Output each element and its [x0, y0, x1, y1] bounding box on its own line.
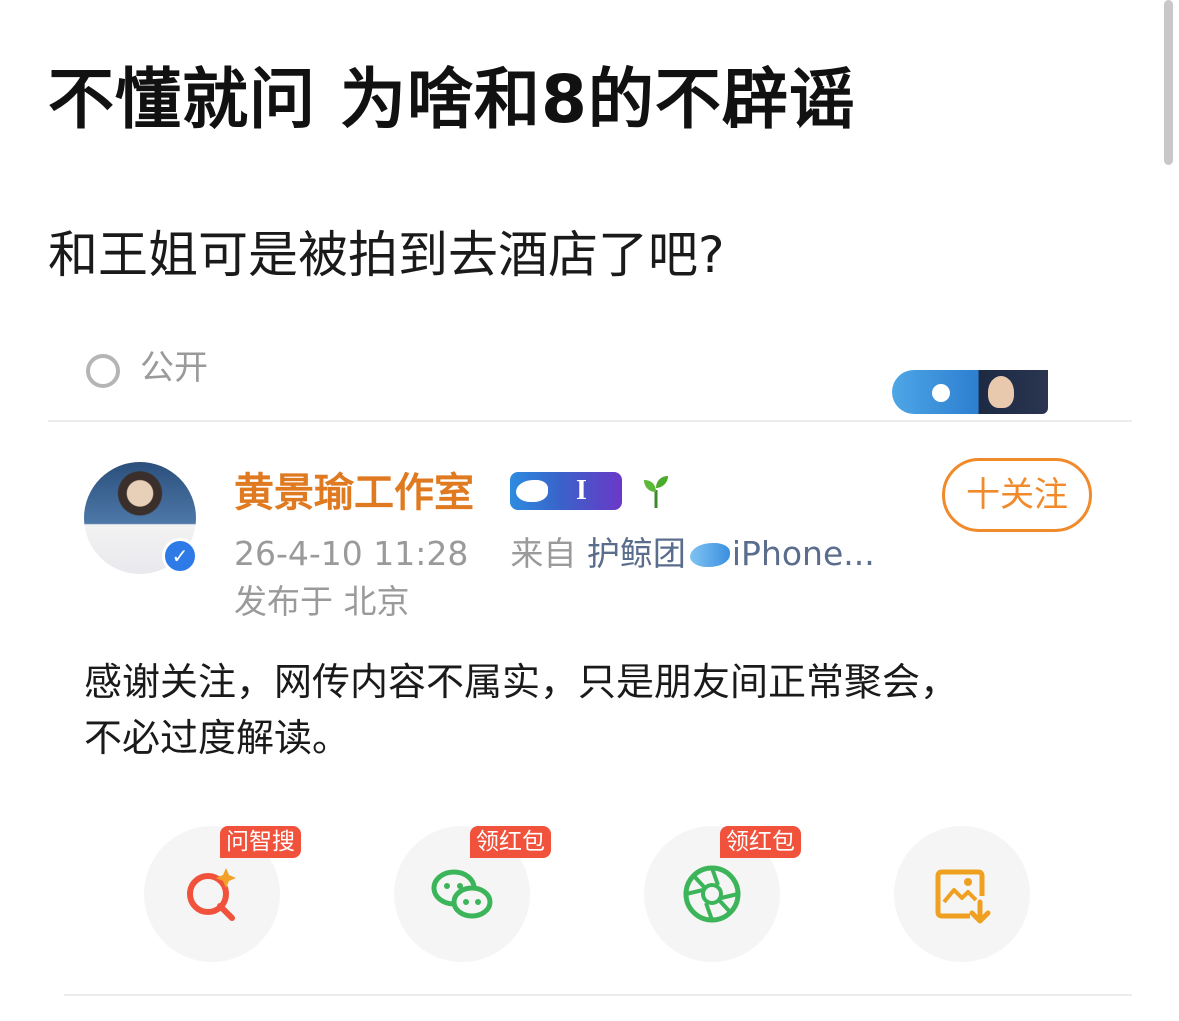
post-timestamp: 26-4-10 11:28 — [234, 534, 469, 573]
moments-icon — [683, 865, 741, 923]
follow-button[interactable]: 十关注 — [942, 458, 1092, 532]
post-location: 发布于 北京 — [234, 582, 410, 621]
globe-icon — [86, 354, 120, 388]
embedded-weibo-screenshot: 公开 ✓ 黄景瑜工作室 I 十关注 26-4-10 11:28 来自 护鲸团 iP… — [48, 346, 1132, 1006]
wechat-icon — [431, 869, 493, 919]
divider — [64, 994, 1132, 996]
cut-off-visibility-row: 公开 — [48, 346, 1132, 422]
whale-icon — [689, 543, 730, 567]
visibility-label: 公开 — [140, 348, 208, 388]
source-device[interactable]: iPhone... — [732, 534, 875, 573]
source-name[interactable]: 护鲸团 — [587, 534, 686, 573]
action-badge: 领红包 — [470, 826, 551, 858]
source-prefix: 来自 — [510, 534, 577, 573]
post-meta: 26-4-10 11:28 来自 护鲸团 iPhone... — [234, 532, 875, 576]
post-title: 不懂就问 为啥和8的不辟谣 — [48, 61, 856, 138]
action-badge: 问智搜 — [220, 826, 301, 858]
weibo-text: 感谢关注，网传内容不属实，只是朋友间正常聚会， 不必过度解读。 — [84, 654, 958, 766]
action-badge: 领红包 — [720, 826, 801, 858]
sprout-icon — [644, 476, 668, 508]
ai-search-icon — [187, 868, 236, 921]
account-name[interactable]: 黄景瑜工作室 — [234, 468, 474, 518]
post-body: 和王姐可是被拍到去酒店了吧? — [48, 226, 725, 284]
scrollbar[interactable] — [1164, 0, 1173, 165]
weibo-text-line: 感谢关注，网传内容不属实，只是朋友间正常聚会， — [84, 660, 959, 704]
verified-icon: ✓ — [162, 538, 198, 574]
card-banner-image — [892, 370, 1048, 414]
save-image-icon — [935, 869, 991, 924]
save-image-button[interactable] — [894, 826, 1030, 962]
whale-member-badge-icon[interactable]: I — [510, 472, 622, 510]
badge-level-text: I — [576, 475, 587, 506]
weibo-text-line: 不必过度解读。 — [84, 716, 351, 760]
